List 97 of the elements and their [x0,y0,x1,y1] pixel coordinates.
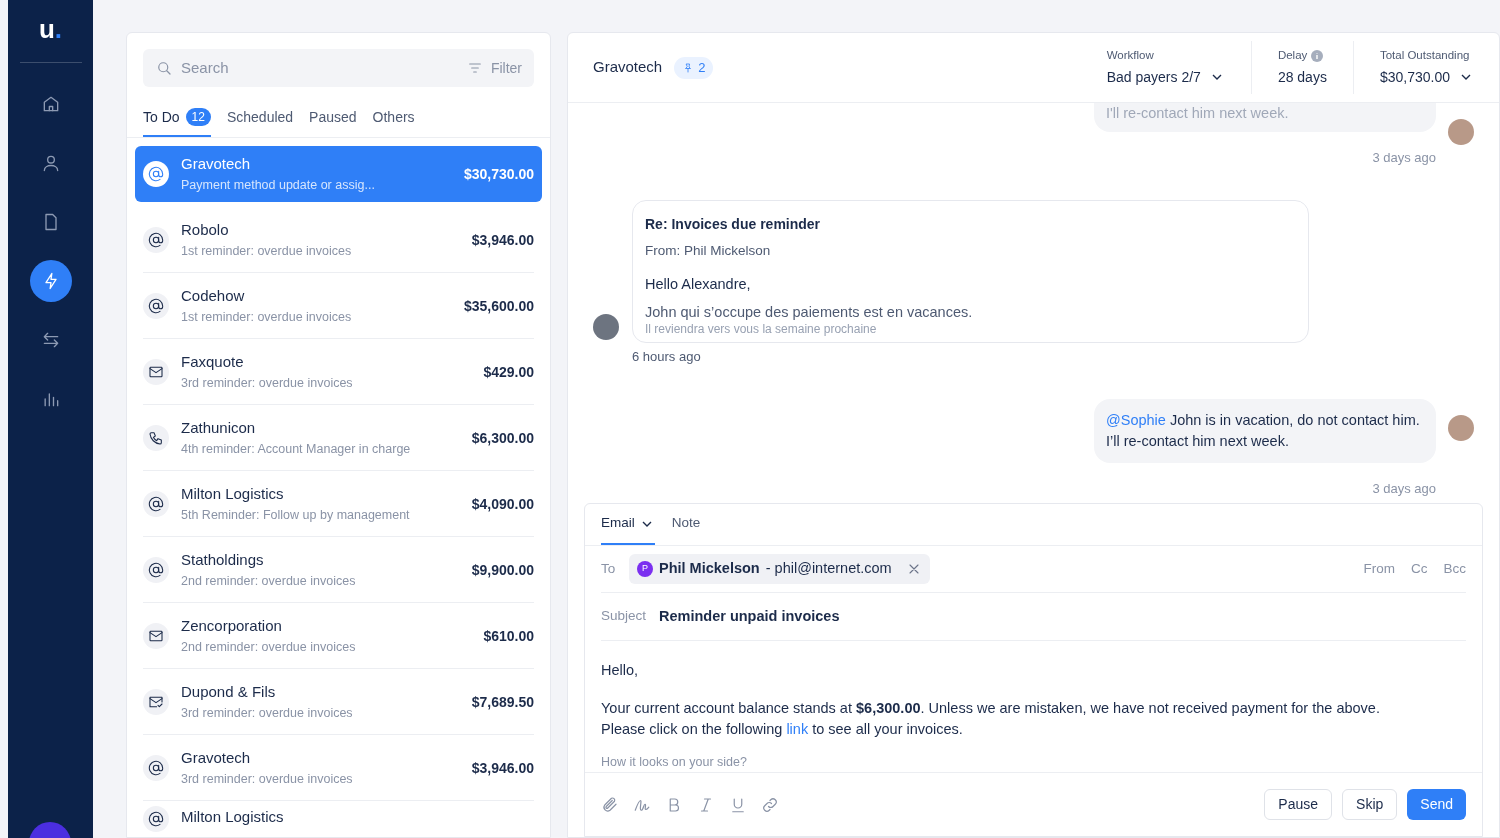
conversation-title: Gravotech [593,57,663,78]
note-message: @Sophie John is in vacation, do not contact him. I’ll re-contact him next week. [1094,399,1436,463]
action-button[interactable]: Skip [1342,789,1398,820]
paperclip-icon [601,795,619,814]
count-badge: 12 [185,108,211,126]
company-name: Milton Logistics [181,807,285,827]
recipient-email: - phil@internet.com [765,559,892,579]
recipient-chip[interactable]: P Phil Mickelson - phil@internet.com [629,554,930,584]
stat-label: Delay [1277,48,1308,64]
pin-count-badge: 2 [674,56,714,79]
stat-label: Workflow [1106,48,1154,64]
reminder-subtitle: Payment method update or assig... [181,176,376,194]
info-icon [1311,50,1324,62]
amount: $35,600.00 [463,296,534,316]
reminder-subtitle: 4th reminder: Account Manager in charge [181,440,412,458]
amount: $610.00 [483,626,534,646]
underline-icon [729,795,747,814]
amount: $30,730.00 [463,164,534,184]
amount: $429.00 [483,362,534,382]
send-button[interactable]: Send [1407,789,1466,820]
email-body-text[interactable]: Your current account balance stands at $6,300.00. Unless we are mistaken, we have not received payment for the above. [601,698,1466,719]
reminder-subtitle: 2nd reminder: overdue invoices [181,638,357,656]
reminder-subtitle: 1st reminder: overdue invoices [181,308,353,326]
mention-link[interactable]: @Sophie [1106,412,1166,428]
amount: $3,946.00 [471,758,534,778]
email-greeting: Hello Alexandre, [645,274,752,294]
company-name: Robolo [181,220,230,241]
toolbar-button[interactable] [761,795,779,814]
stat-label: Total Outstanding [1379,48,1470,64]
action-button[interactable]: Pause [1264,789,1333,820]
email-body-text[interactable]: Hello, [601,660,1466,681]
message-time: 6 hours ago [632,347,702,366]
subject-field[interactable]: Reminder unpaid invoices [659,605,840,628]
toolbar-button[interactable] [601,795,619,814]
avatar [1448,415,1474,441]
company-name: Statholdings [181,550,265,571]
at-sign-icon [148,496,164,512]
stat-dropdown[interactable]: Bad payers 2/7 [1106,66,1225,88]
stat-value: 28 days [1277,67,1327,87]
email-subject: Re: Invoices due reminder [645,214,822,234]
toolbar-button[interactable] [729,795,747,814]
amount: $7,689.50 [471,692,534,712]
at-sign-icon [148,232,164,248]
reminder-subtitle: 3rd reminder: overdue invoices [181,704,354,722]
amount: $9,900.00 [471,560,534,580]
at-sign-icon [148,811,164,827]
reminder-subtitle: 3rd reminder: overdue invoices [181,374,354,392]
envelope-check-icon [148,694,164,710]
reminder-subtitle: 5th Reminder: Follow up by management [181,506,411,524]
conversation-item[interactable]: Gravotech Payment method update or assig... $30,730.00 [135,146,542,202]
note-message: I'll re-contact him next week. [1094,103,1436,132]
at-sign-icon [148,166,164,182]
email-sender: From: Phil Mickelson [645,241,772,260]
company-name: Milton Logistics [181,484,285,505]
company-name: Codehow [181,286,246,307]
email-text: Il reviendra vers vous la semaine prochaine [645,321,878,336]
recipient-initial: P [637,561,653,577]
reminder-subtitle: 1st reminder: overdue invoices [181,242,353,260]
nav-button[interactable] [29,260,72,302]
amount: $6,300.00 [471,428,534,448]
avatar [1448,119,1474,145]
tab[interactable]: To Do 12 [143,99,211,137]
company-name: Zathunicon [181,418,257,439]
filter-icon [466,60,483,76]
email-body-text[interactable]: Please click on the following link to see all your invoices. [601,719,1466,740]
link-icon [761,795,779,814]
company-name: Zencorporation [181,616,283,637]
amount: $4,090.00 [471,494,534,514]
composer-tab[interactable]: Note [671,504,701,545]
at-sign-icon [148,562,164,578]
field-label: To [601,559,617,578]
at-sign-icon [148,298,164,314]
logo: u. [38,16,63,42]
email-text: John qui s’occupe des paiements est en vacances. [645,302,974,322]
company-name: Gravotech [181,154,252,175]
invoices-link[interactable]: link [786,721,809,737]
stat-dropdown[interactable]: $30,730.00 [1379,66,1474,88]
company-name: Faxquote [181,352,245,373]
reminder-subtitle: 3rd reminder: overdue invoices [181,770,354,788]
field-label: Subject [601,607,648,626]
message-time: 3 days ago [1372,480,1436,498]
at-sign-icon [148,760,164,776]
search-icon [155,59,173,77]
reminder-subtitle: 2nd reminder: overdue invoices [181,572,357,590]
envelope-icon [148,628,164,644]
envelope-icon [148,364,164,380]
phone-icon [148,430,164,446]
message-time: 3 days ago [1372,149,1436,167]
composer-tab[interactable]: Email [601,504,655,545]
tab[interactable]: Paused [309,99,357,137]
company-name: Gravotech [181,748,252,769]
recipient-name: Phil Mickelson [659,559,760,579]
company-name: Dupond & Fils [181,682,277,703]
tab[interactable]: Others [372,99,415,137]
tab[interactable]: Scheduled [226,99,294,137]
avatar [593,314,619,340]
amount: $3,946.00 [471,230,534,250]
